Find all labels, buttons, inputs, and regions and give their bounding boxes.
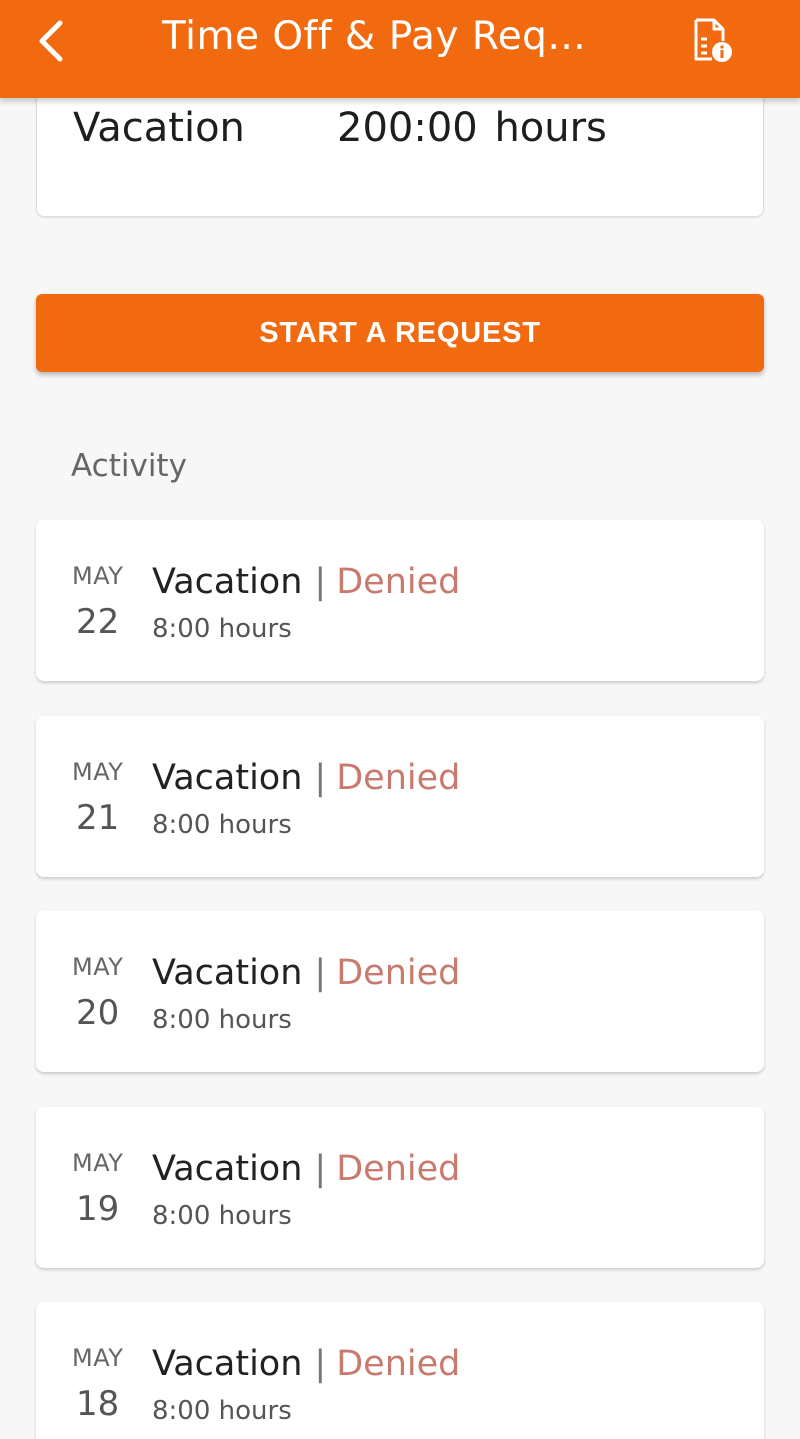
app-header: Time Off & Pay Req...: [0, 0, 800, 98]
activity-type: Vacation: [152, 953, 303, 993]
activity-hours: 8:00 hours: [152, 1005, 292, 1035]
separator: |: [314, 757, 327, 798]
status-label: Denied: [336, 562, 461, 602]
date-day: 18: [76, 1384, 120, 1424]
date-month: MAY: [72, 1344, 124, 1372]
activity-item[interactable]: MAY 22 Vacation | Denied 8:00 hours: [36, 520, 764, 681]
status-label: Denied: [336, 1344, 461, 1384]
date-month: MAY: [72, 1148, 124, 1177]
date-month: MAY: [72, 953, 124, 981]
back-button[interactable]: [24, 14, 78, 68]
activity-heading: Activity: [71, 448, 187, 484]
activity-item[interactable]: MAY 18 Vacation | Denied 8:00 hours: [36, 1302, 764, 1439]
activity-hours: 8:00 hours: [152, 809, 292, 840]
chevron-left-icon: [39, 20, 63, 62]
date-day: 21: [76, 797, 120, 838]
activity-title-line: Vacation | Denied: [152, 1344, 460, 1384]
date-month: MAY: [72, 562, 124, 590]
separator: |: [314, 1344, 327, 1384]
separator: |: [314, 953, 327, 993]
separator: |: [314, 562, 327, 602]
activity-title-line: Vacation | Denied: [152, 562, 460, 602]
activity-hours: 8:00 hours: [152, 1200, 292, 1231]
activity-type: Vacation: [152, 1344, 303, 1384]
activity-title-line: Vacation | Denied: [152, 1149, 460, 1189]
balance-type: Vacation: [73, 105, 245, 151]
date-day: 20: [76, 993, 120, 1033]
activity-title-line: Vacation | Denied: [152, 953, 460, 993]
start-request-button[interactable]: START A REQUEST: [36, 294, 764, 372]
activity-type: Vacation: [152, 1148, 303, 1189]
activity-item[interactable]: MAY 19 Vacation | Denied 8:00 hours: [36, 1106, 764, 1268]
activity-title-line: Vacation | Denied: [152, 758, 460, 798]
date-day: 22: [76, 602, 120, 642]
status-label: Denied: [336, 1148, 461, 1189]
status-label: Denied: [336, 953, 461, 993]
app-screen: Vacation 200:00 hours Time Off & Pay Req…: [0, 0, 800, 1439]
activity-hours: 8:00 hours: [152, 614, 292, 644]
activity-list: MAY 22 Vacation | Denied 8:00 hours MAY 21…: [36, 520, 764, 1439]
activity-item[interactable]: MAY 21 Vacation | Denied 8:00 hours: [36, 715, 764, 877]
document-info-button[interactable]: [686, 14, 738, 66]
balance-value: 200:00 hours: [337, 105, 607, 151]
activity-type: Vacation: [152, 562, 303, 602]
document-info-icon: [694, 18, 732, 62]
status-label: Denied: [336, 757, 461, 798]
date-month: MAY: [72, 757, 124, 786]
activity-hours: 8:00 hours: [152, 1396, 292, 1426]
page-title: Time Off & Pay Req...: [162, 14, 587, 59]
separator: |: [314, 1148, 327, 1189]
activity-type: Vacation: [152, 757, 303, 798]
activity-item[interactable]: MAY 20 Vacation | Denied 8:00 hours: [36, 911, 764, 1072]
date-day: 19: [76, 1188, 120, 1229]
